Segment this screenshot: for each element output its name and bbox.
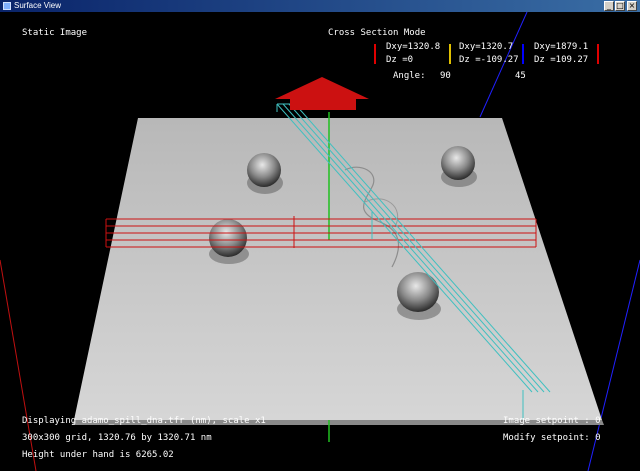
angle-label: Angle: (393, 71, 426, 81)
angle-value-2: 45 (515, 71, 526, 81)
readout-dxy-1: Dxy=1320.8 (386, 42, 441, 52)
title-bar: Surface View _ □ × (0, 0, 640, 12)
readout-dz-3: Dz =109.27 (534, 55, 589, 65)
readout-swatch-yellow (449, 44, 451, 64)
status-line-grid: 300x300 grid, 1320.76 by 1320.71 nm (22, 433, 212, 443)
readout-dz-2: Dz =-109.27 (459, 55, 519, 65)
mode-label: Cross Section Mode (328, 28, 426, 38)
readout-dxy-2: Dxy=1320.7 (459, 42, 514, 52)
angle-value-1: 90 (440, 71, 451, 81)
status-line-file: Displaying adamo_spill_dna.tfr (nm), sca… (22, 416, 266, 426)
static-image-label: Static Image (22, 28, 88, 38)
window-title: Surface View (14, 1, 61, 10)
readout-swatch-blue (522, 44, 524, 64)
scene-canvas[interactable] (0, 12, 640, 471)
readout-swatch-red-end (597, 44, 599, 64)
minimize-button[interactable]: _ (604, 1, 614, 11)
readout-swatch-red (374, 44, 376, 64)
up-arrow-marker[interactable] (275, 77, 369, 110)
close-button[interactable]: × (627, 1, 637, 11)
status-line-height: Height under hand is 6265.02 (22, 450, 174, 460)
maximize-button[interactable]: □ (615, 1, 625, 11)
image-setpoint: Image setpoint : 0 (503, 416, 601, 426)
readout-dz-1: Dz =0 (386, 55, 414, 65)
readout-dxy-3: Dxy=1879.1 (534, 42, 589, 52)
app-icon (3, 2, 11, 10)
modify-setpoint: Modify setpoint: 0 (503, 433, 601, 443)
surface-3d-viewport[interactable]: Static Image Cross Section Mode Dxy=1320… (0, 12, 640, 471)
